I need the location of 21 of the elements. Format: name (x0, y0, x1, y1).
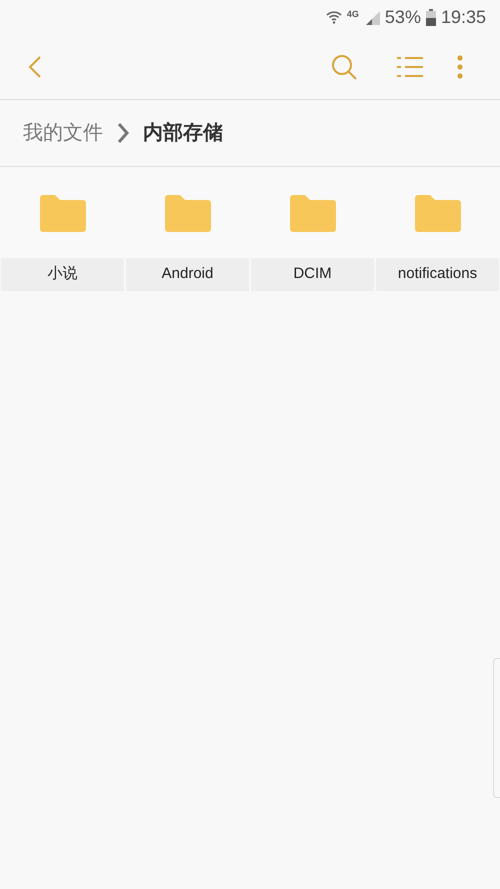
wifi-icon (326, 9, 342, 25)
search-icon (330, 52, 358, 80)
list-icon (396, 54, 424, 78)
clock: 19:35 (440, 6, 486, 28)
network-type: 4G (346, 8, 359, 21)
folder-name: notifications (376, 258, 499, 291)
battery-percent: 53% (384, 6, 421, 28)
folder-name: DCIM (251, 258, 374, 291)
breadcrumb-item[interactable]: 内部存储 (143, 118, 223, 148)
folder-icon (290, 194, 336, 232)
back-icon (28, 54, 42, 78)
more-icon (457, 54, 463, 78)
breadcrumb-item[interactable]: 我的文件 (23, 118, 103, 148)
folder-icon (164, 194, 210, 232)
folder-name: Android (126, 258, 249, 291)
folder-name: 小说 (1, 258, 124, 291)
folder-icon (40, 194, 86, 232)
folder-icon (414, 194, 460, 232)
battery-icon (426, 8, 436, 26)
chevron-icon (117, 122, 129, 144)
signal-icon (364, 9, 380, 25)
